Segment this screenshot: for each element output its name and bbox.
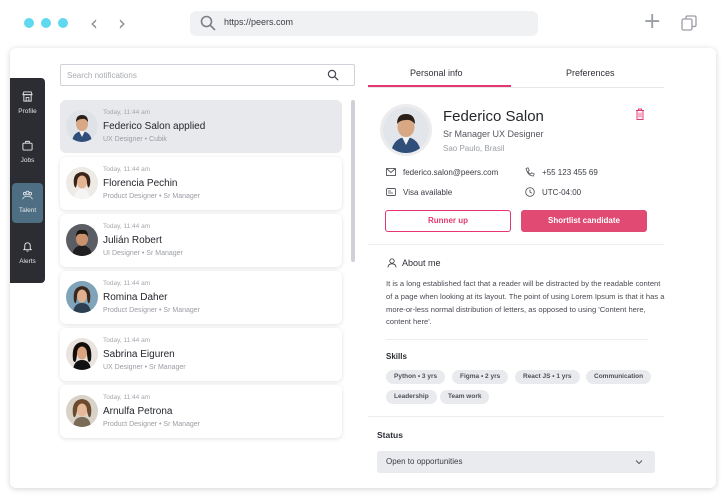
status-title: Status xyxy=(377,430,403,440)
window-dot-close[interactable] xyxy=(24,18,34,28)
notification-name: Federico Salon applied xyxy=(103,121,206,132)
notification-item[interactable]: Today, 11:44 am Sabrina Eiguren UX Desig… xyxy=(60,328,342,381)
browser-chrome: ‹ › https://peers.com + xyxy=(0,0,724,46)
avatar xyxy=(66,281,98,313)
divider xyxy=(386,339,648,340)
notification-name: Arnulfa Petrona xyxy=(103,406,173,417)
notification-time: Today, 11:44 am xyxy=(103,394,151,401)
notification-item[interactable]: Today, 11:44 am Florencia Pechin Product… xyxy=(60,157,342,210)
shortlist-candidate-button[interactable]: Shortlist candidate xyxy=(521,210,647,232)
tab-preferences[interactable]: Preferences xyxy=(566,68,615,78)
sidebar: Profile Jobs Talent Alerts xyxy=(10,78,45,283)
profile-location: Sao Paulo, Brasil xyxy=(443,144,505,153)
forward-arrow-icon[interactable]: › xyxy=(118,12,126,34)
runner-up-button[interactable]: Runner up xyxy=(385,210,511,232)
window-dot-minimize[interactable] xyxy=(41,18,51,28)
tab-personal-info[interactable]: Personal info xyxy=(410,68,463,78)
profile-tabs: Personal info Preferences xyxy=(368,62,664,88)
profile-name: Federico Salon xyxy=(443,108,544,125)
chevron-down-icon xyxy=(635,460,643,465)
profile-role: Sr Manager UX Designer xyxy=(443,129,544,139)
address-bar[interactable]: https://peers.com xyxy=(190,11,538,36)
avatar xyxy=(66,167,98,199)
notification-time: Today, 11:44 am xyxy=(103,166,151,173)
id-card-icon xyxy=(386,188,396,196)
app-window: Profile Jobs Talent Alerts Search notifi… xyxy=(10,48,716,488)
skill-chip: Team work xyxy=(440,390,490,404)
about-text: It is a long established fact that a rea… xyxy=(386,279,665,327)
skill-chip: Leadership xyxy=(386,390,437,404)
divider xyxy=(368,416,664,417)
search-input[interactable] xyxy=(67,69,307,82)
window-dot-maximize[interactable] xyxy=(58,18,68,28)
avatar xyxy=(66,110,98,142)
back-arrow-icon[interactable]: ‹ xyxy=(90,12,98,34)
clock-icon xyxy=(525,187,535,197)
notification-time: Today, 11:44 am xyxy=(103,337,151,344)
profile-visa: Visa available xyxy=(403,188,453,197)
tabs-icon[interactable] xyxy=(681,15,697,31)
skill-chip: Communication xyxy=(586,370,652,384)
user-icon xyxy=(387,258,397,268)
notification-role: Product Designer • Sr Manager xyxy=(103,193,200,200)
notification-time: Today, 11:44 am xyxy=(103,280,151,287)
mail-icon xyxy=(386,168,396,176)
skills-title: Skills xyxy=(386,352,407,361)
notifications-search xyxy=(60,64,355,86)
avatar xyxy=(66,224,98,256)
avatar xyxy=(66,395,98,427)
trash-icon[interactable] xyxy=(635,108,645,120)
sidebar-item-talent[interactable]: Talent xyxy=(12,183,43,223)
profile-phone[interactable]: +55 123 455 69 xyxy=(542,168,598,177)
active-tab-indicator xyxy=(368,85,511,87)
sidebar-item-alerts[interactable]: Alerts xyxy=(12,234,43,274)
profile-email[interactable]: federico.salon@peers.com xyxy=(403,168,498,177)
notification-item[interactable]: Today, 11:44 am Julián Robert UI Designe… xyxy=(60,214,342,267)
divider xyxy=(368,244,664,245)
skill-chip: Python • 3 yrs xyxy=(386,370,446,384)
notification-role: Product Designer • Sr Manager xyxy=(103,307,200,314)
sidebar-item-jobs[interactable]: Jobs xyxy=(12,133,43,173)
skill-chip: Figma • 2 yrs xyxy=(452,370,509,384)
briefcase-icon xyxy=(22,140,33,151)
notification-item[interactable]: Today, 11:44 am Federico Salon applied U… xyxy=(60,100,342,153)
notification-name: Florencia Pechin xyxy=(103,178,178,189)
notification-item[interactable]: Today, 11:44 am Romina Daher Product Des… xyxy=(60,271,342,324)
notification-name: Romina Daher xyxy=(103,292,168,303)
phone-icon xyxy=(525,167,535,177)
notification-time: Today, 11:44 am xyxy=(103,223,151,230)
plus-icon[interactable]: + xyxy=(643,11,661,33)
avatar xyxy=(66,338,98,370)
status-value: Open to opportunities xyxy=(386,457,463,466)
sidebar-item-label: Jobs xyxy=(20,157,35,164)
status-select[interactable]: Open to opportunities xyxy=(377,451,655,473)
notification-name: Julián Robert xyxy=(103,235,162,246)
about-title: About me xyxy=(402,258,441,268)
notification-role: Product Designer • Sr Manager xyxy=(103,421,200,428)
notification-time: Today, 11:44 am xyxy=(103,109,151,116)
notification-name: Sabrina Eiguren xyxy=(103,349,175,360)
sidebar-item-label: Talent xyxy=(18,207,37,214)
notification-role: UI Designer • Sr Manager xyxy=(103,250,183,257)
store-icon xyxy=(22,91,33,102)
sidebar-item-profile[interactable]: Profile xyxy=(12,84,43,124)
people-icon xyxy=(22,190,33,200)
sidebar-item-label: Alerts xyxy=(19,258,36,265)
profile-timezone: UTC-04:00 xyxy=(542,188,582,197)
notification-item[interactable]: Today, 11:44 am Arnulfa Petrona Product … xyxy=(60,385,342,438)
bell-icon xyxy=(22,242,33,252)
skill-chip: React JS • 1 yrs xyxy=(515,370,580,384)
notification-role: UX Designer • Sr Manager xyxy=(103,364,186,371)
notifications-scrollbar[interactable] xyxy=(351,100,355,262)
search-icon[interactable] xyxy=(327,69,339,81)
profile-avatar xyxy=(383,107,429,153)
search-icon xyxy=(200,15,216,31)
sidebar-item-label: Profile xyxy=(18,108,37,115)
url-text[interactable]: https://peers.com xyxy=(224,17,293,27)
notification-role: UX Designer • Cubik xyxy=(103,136,167,143)
